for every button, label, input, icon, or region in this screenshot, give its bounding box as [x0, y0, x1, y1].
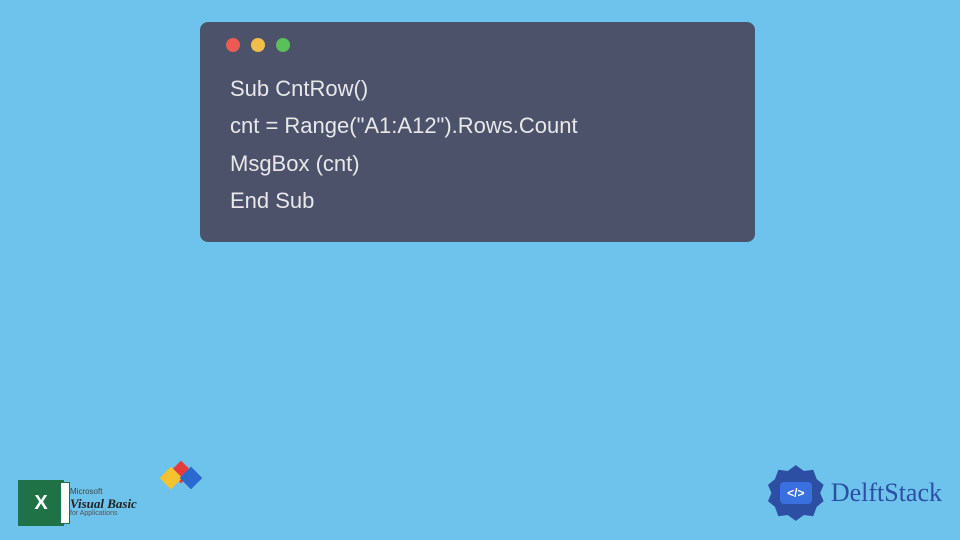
vb-product: Visual Basic: [70, 497, 137, 511]
brand-name: DelftStack: [831, 478, 942, 508]
delftstack-logo-icon: </>: [767, 464, 825, 522]
excel-vba-logo-group: X Microsoft Visual Basic for Application…: [18, 480, 137, 526]
close-icon[interactable]: [226, 38, 240, 52]
excel-letter: X: [34, 492, 47, 515]
code-block: Sub CntRow() cnt = Range("A1:A12").Rows.…: [224, 70, 731, 220]
vb-suffix: for Applications: [70, 510, 137, 517]
code-line: End Sub: [230, 188, 314, 213]
window-titlebar: [224, 38, 731, 52]
excel-icon: X: [18, 480, 64, 526]
code-slash-icon: </>: [780, 482, 812, 504]
delftstack-brand: </> DelftStack: [767, 464, 942, 522]
code-window: Sub CntRow() cnt = Range("A1:A12").Rows.…: [200, 22, 755, 242]
visual-basic-label: Microsoft Visual Basic for Applications: [70, 488, 137, 517]
cubes-icon: [163, 464, 211, 490]
minimize-icon[interactable]: [251, 38, 265, 52]
code-line: cnt = Range("A1:A12").Rows.Count: [230, 113, 578, 138]
code-line: Sub CntRow(): [230, 76, 368, 101]
code-line: MsgBox (cnt): [230, 151, 360, 176]
maximize-icon[interactable]: [276, 38, 290, 52]
